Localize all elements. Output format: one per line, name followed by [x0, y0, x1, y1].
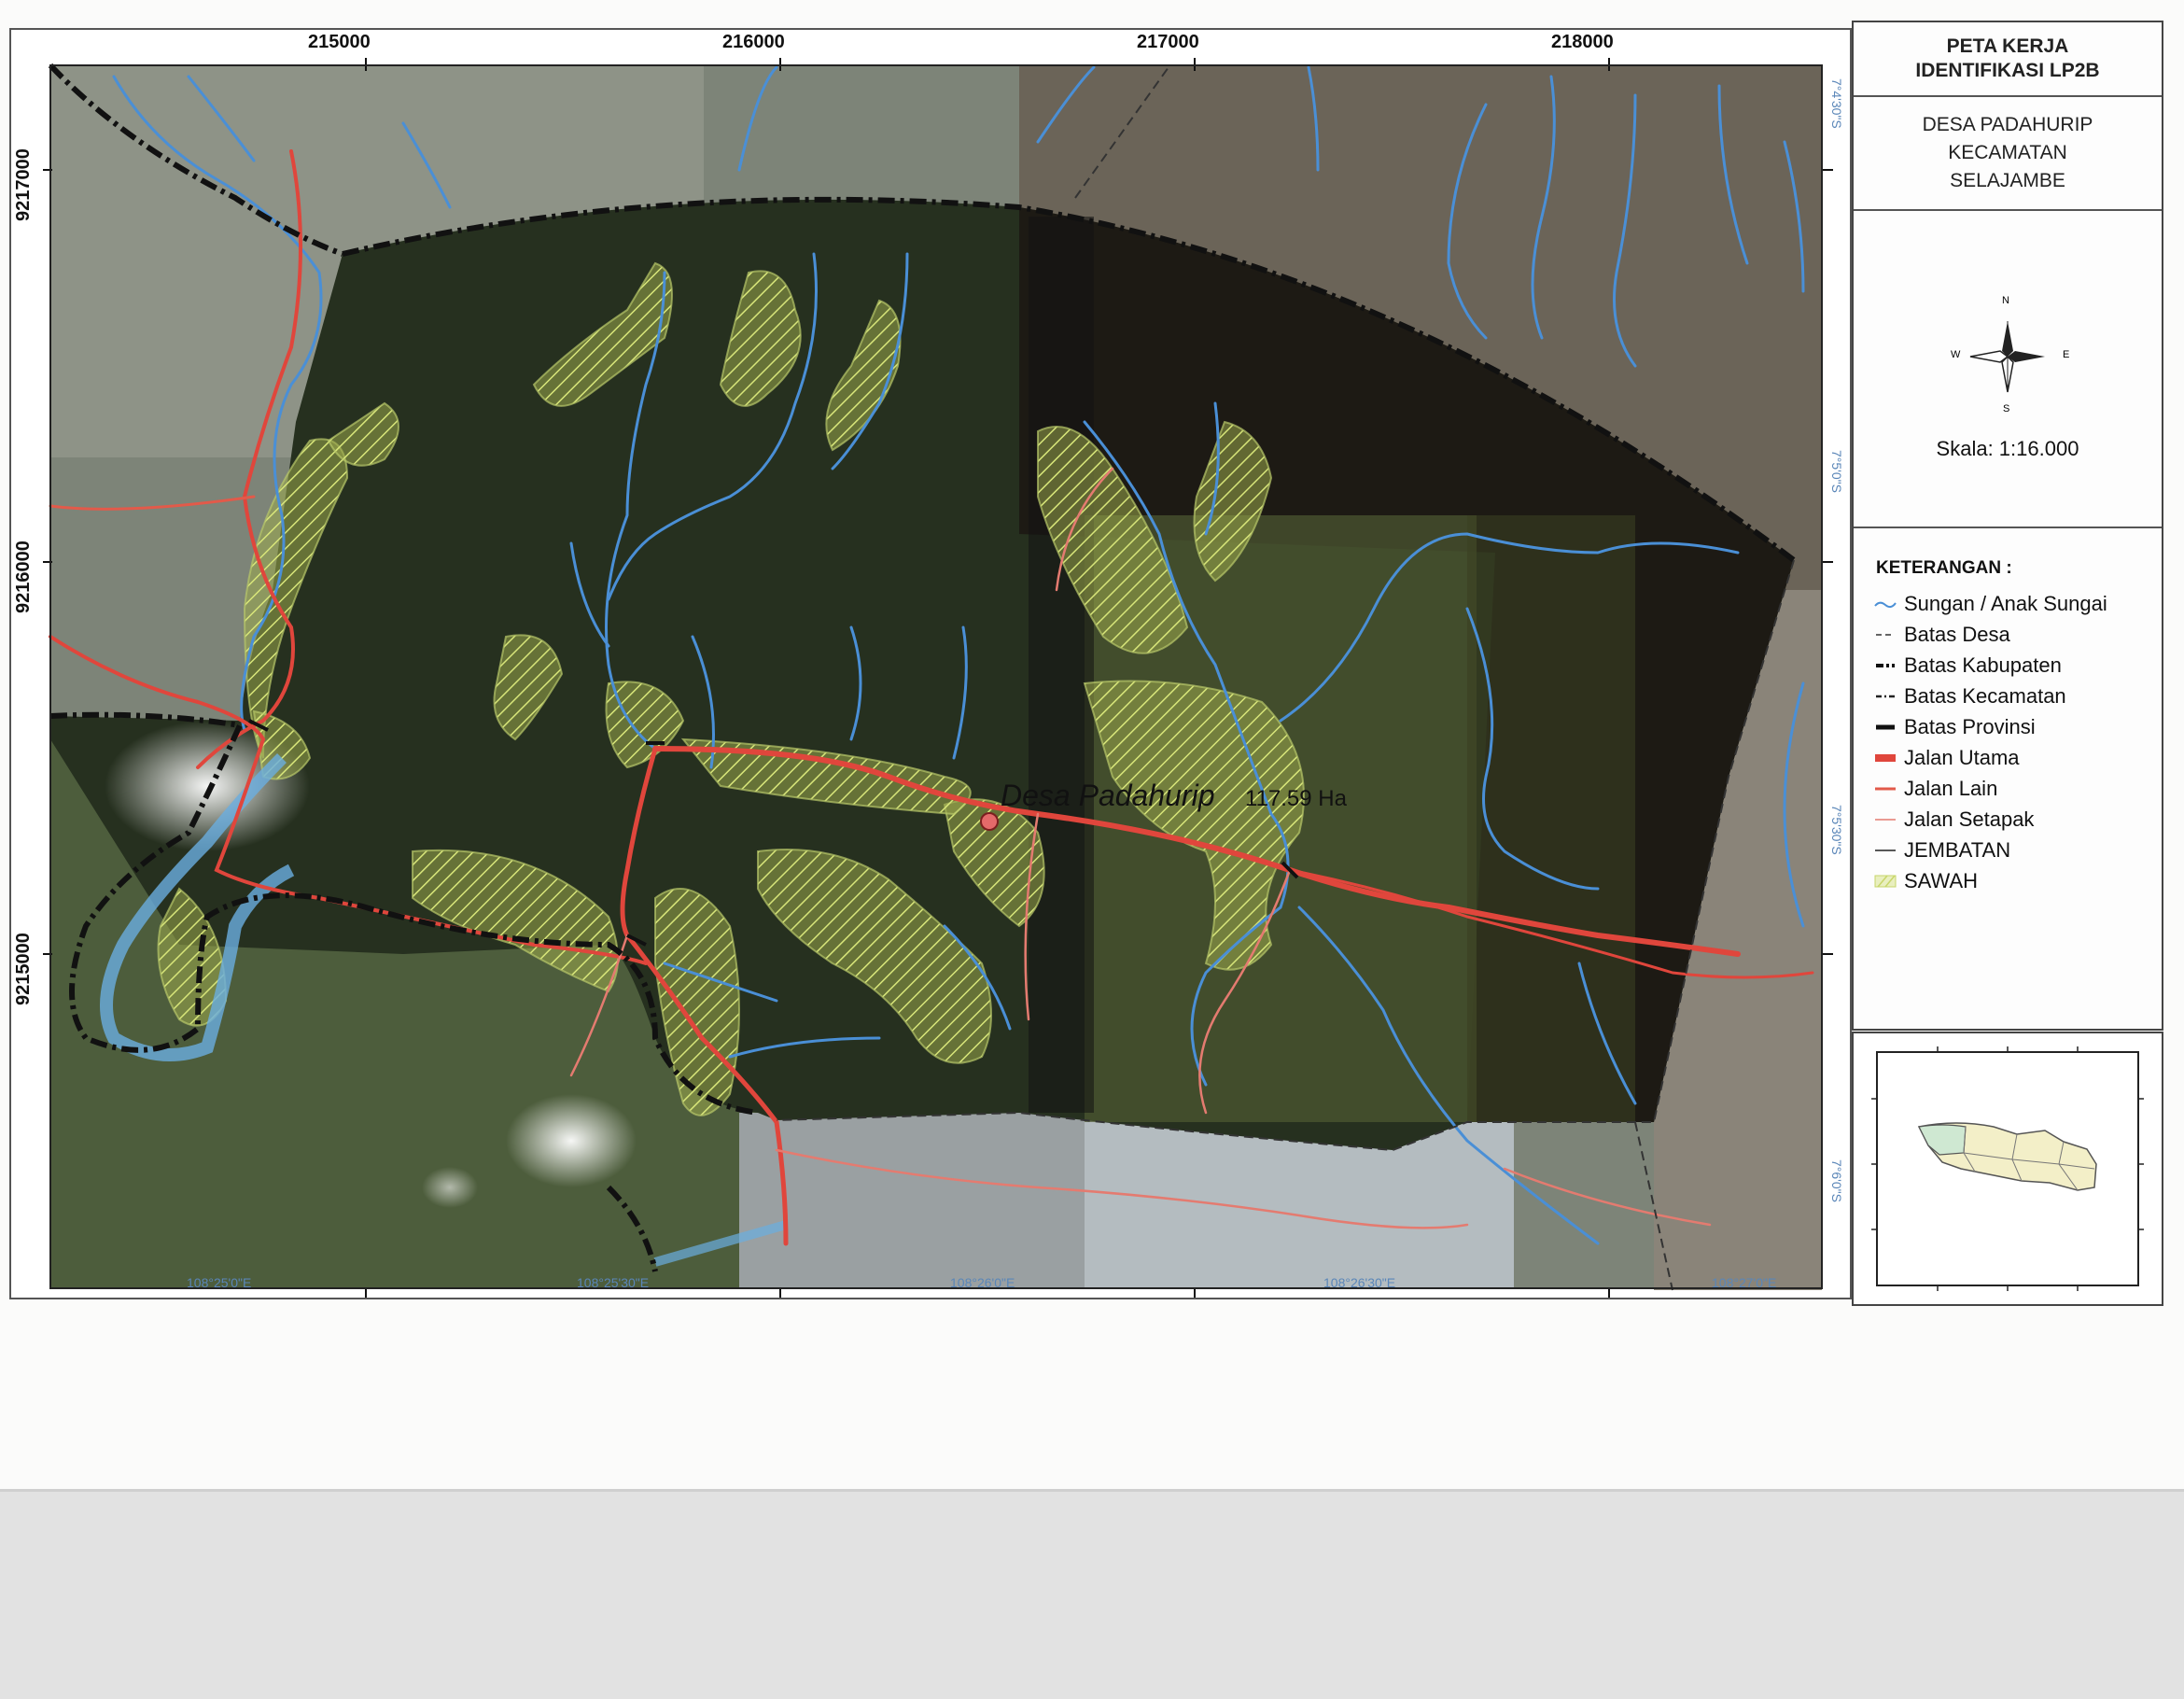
legend-panel: PETA KERJA IDENTIFIKASI LP2B DESA PADAHU…	[1852, 21, 2163, 1031]
easting-label: 218000	[1551, 32, 1614, 52]
river-icon	[1874, 601, 1897, 609]
dashed-line-icon	[1876, 634, 1895, 636]
map-scale: Skala: 1:16.000	[1936, 437, 2079, 460]
easting-label: 217000	[1137, 32, 1199, 52]
legend-item-regency-boundary: Batas Kabupaten	[1874, 652, 2062, 680]
longitude-label: 108°26'30"E	[1323, 1275, 1396, 1290]
latitude-label: 7°6'0"S	[1829, 1159, 1844, 1202]
legend-label: Batas Desa	[1904, 623, 2010, 646]
legend-item-province-boundary: Batas Provinsi	[1874, 713, 2036, 741]
legend-label: SAWAH	[1904, 869, 1979, 892]
dash-dot-icon	[1876, 664, 1895, 667]
map-frame: 215000 216000 217000 218000 9217000 9216…	[9, 28, 1852, 1299]
subtitle-line1: DESA PADAHURIP	[1922, 114, 2093, 135]
compass-west-label: W	[1951, 349, 1961, 360]
northing-label: 9217000	[13, 148, 34, 221]
road-icon	[1875, 787, 1896, 791]
compass-south-label: S	[2003, 403, 2010, 414]
main-road-icon	[1875, 754, 1896, 762]
latitude-label: 7°5'30"S	[1829, 805, 1844, 855]
thick-bar-icon	[1876, 724, 1895, 730]
legend-label: Jalan Utama	[1904, 746, 2020, 769]
legend-item-district-boundary: Batas Kecamatan	[1874, 682, 2066, 710]
dash-dot-icon	[1876, 695, 1895, 698]
easting-label: 216000	[722, 32, 785, 52]
northing-label: 9215000	[13, 933, 34, 1005]
subtitle-line3: SELAJAMBE	[1950, 170, 2065, 191]
compass-north-label: N	[2002, 295, 2009, 306]
legend-item-village-boundary: Batas Desa	[1874, 621, 2010, 649]
map-title-line1: PETA KERJA	[1946, 35, 2069, 57]
legend-item-bridge: JEMBATAN	[1874, 836, 2010, 864]
compass-east-label: E	[2063, 349, 2070, 360]
legend-item-river: Sungan / Anak Sungai	[1874, 590, 2107, 618]
north-arrow-icon	[1969, 321, 2045, 393]
cloud	[506, 1094, 637, 1187]
northing-label: 9216000	[13, 541, 34, 613]
imagery-light-strip-2	[1467, 515, 1635, 1122]
imagery-dark-band	[1029, 217, 1094, 1113]
paper-edge	[0, 1489, 2184, 1699]
inset-map-panel	[1852, 1032, 2163, 1306]
legend-heading: KETERANGAN :	[1876, 558, 2012, 578]
legend-label: JEMBATAN	[1904, 838, 2011, 862]
legend-label: Sungan / Anak Sungai	[1904, 592, 2107, 615]
map-title-line2: IDENTIFIKASI LP2B	[1915, 60, 2100, 81]
footpath-icon	[1875, 819, 1896, 821]
longitude-label: 108°26'0"E	[950, 1275, 1015, 1290]
bridge-icon	[1875, 850, 1896, 851]
village-area-label: 117.59 Ha	[1245, 786, 1347, 811]
hatch-fill-icon	[1874, 875, 1897, 888]
legend-item-main-road: Jalan Utama	[1874, 744, 2020, 772]
legend-label: Jalan Setapak	[1904, 807, 2035, 831]
legend-label: Jalan Lain	[1904, 777, 1998, 800]
legend-item-sawah: SAWAH	[1874, 867, 1978, 895]
cloud	[422, 1167, 478, 1208]
easting-label: 215000	[308, 32, 371, 52]
map-canvas[interactable]	[11, 30, 1850, 1298]
legend-item-footpath: Jalan Setapak	[1874, 806, 2034, 834]
legend-label: Batas Kabupaten	[1904, 653, 2062, 677]
subtitle-line2: KECAMATAN	[1948, 142, 2067, 163]
legend-label: Batas Provinsi	[1904, 715, 2036, 738]
longitude-label: 108°27'0"E	[1712, 1275, 1777, 1290]
longitude-label: 108°25'30"E	[577, 1275, 650, 1290]
legend-label: Batas Kecamatan	[1904, 684, 2066, 708]
longitude-label: 108°25'0"E	[187, 1275, 252, 1290]
inset-map	[1871, 1046, 2144, 1291]
village-center-marker	[980, 812, 999, 831]
latitude-label: 7°4'30"S	[1829, 78, 1844, 129]
legend-item-other-road: Jalan Lain	[1874, 775, 1997, 803]
latitude-label: 7°5'0"S	[1829, 450, 1844, 493]
village-name-label: Desa Padahurip	[1001, 779, 1215, 812]
